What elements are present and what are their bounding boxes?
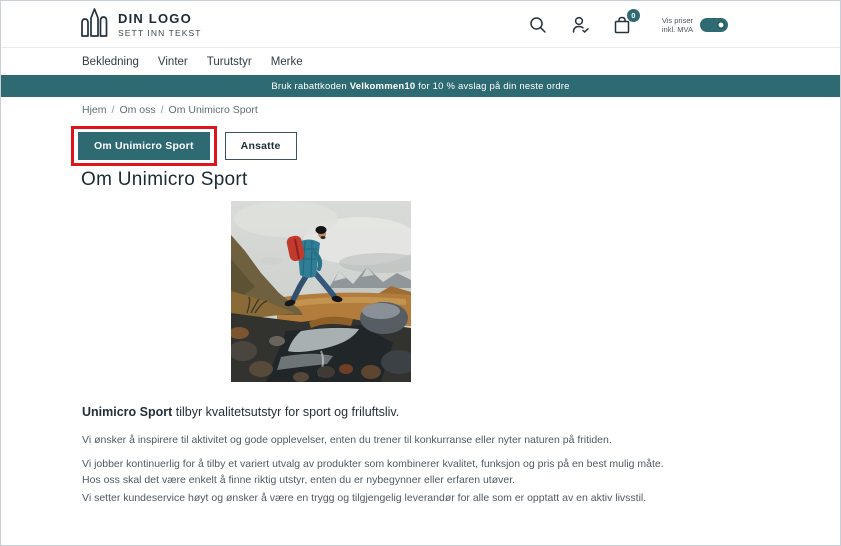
breadcrumb-current: Om Unimicro Sport	[169, 104, 258, 116]
annotation-highlight: Om Unimicro Sport	[71, 126, 217, 166]
body-paragraph-2: Vi jobber kontinuerlig for å tilby et va…	[82, 456, 770, 488]
lead-rest: tilbyr kvalitetsutstyr for sport og fril…	[172, 405, 399, 419]
tab-row: Om Unimicro Sport Ansatte	[71, 126, 297, 166]
vat-toggle[interactable]	[700, 18, 728, 32]
page-title: Om Unimicro Sport	[81, 169, 248, 191]
promo-text-suffix: for 10 % avslag på din neste ordre	[415, 81, 569, 92]
breadcrumb-om-oss[interactable]: Om oss	[119, 104, 155, 116]
lead-paragraph: Unimicro Sport tilbyr kvalitetsutstyr fo…	[82, 405, 399, 419]
cart-count-badge: 0	[627, 9, 640, 22]
promo-text-prefix: Bruk rabattkoden	[271, 81, 349, 92]
promo-code: Velkommen10	[350, 81, 416, 92]
header: DIN LOGO SETT INN TEKST 0	[1, 1, 840, 48]
tab-om-unimicro-sport[interactable]: Om Unimicro Sport	[78, 132, 210, 160]
breadcrumb-separator: /	[161, 104, 164, 116]
logo[interactable]: DIN LOGO SETT INN TEKST	[79, 5, 202, 44]
search-icon[interactable]	[528, 15, 548, 35]
logo-title: DIN LOGO	[118, 11, 202, 26]
nav-item-merke[interactable]: Merke	[271, 56, 303, 68]
nav-item-turutstyr[interactable]: Turutstyr	[207, 56, 252, 68]
lead-bold: Unimicro Sport	[82, 405, 172, 419]
breadcrumb: Hjem / Om oss / Om Unimicro Sport	[82, 104, 258, 116]
vat-toggle-knob	[716, 20, 726, 30]
buildings-logo-icon	[79, 5, 109, 44]
account-check-icon[interactable]	[570, 15, 590, 35]
body-paragraph-1: Vi ønsker å inspirere til aktivitet og g…	[82, 432, 770, 448]
promo-banner: Bruk rabattkoden Velkommen10 for 10 % av…	[1, 75, 840, 97]
logo-subtitle: SETT INN TEKST	[118, 28, 202, 38]
breadcrumb-home[interactable]: Hjem	[82, 104, 107, 116]
body-paragraph-3: Vi setter kundeservice høyt og ønsker å …	[82, 490, 770, 506]
nav-item-bekledning[interactable]: Bekledning	[82, 56, 139, 68]
cart-button[interactable]: 0	[612, 15, 632, 35]
breadcrumb-separator: /	[112, 104, 115, 116]
hero-image	[231, 201, 411, 382]
vat-toggle-label: Vis priser inkl. MVA	[662, 16, 693, 34]
storefront-page: DIN LOGO SETT INN TEKST 0	[0, 0, 841, 546]
vat-toggle-group: Vis priser inkl. MVA	[662, 16, 728, 34]
header-actions: 0 Vis priser inkl. MVA	[528, 1, 728, 48]
main-nav: Bekledning Vinter Turutstyr Merke	[1, 49, 840, 75]
nav-item-vinter[interactable]: Vinter	[158, 56, 188, 68]
tab-ansatte[interactable]: Ansatte	[225, 132, 297, 160]
